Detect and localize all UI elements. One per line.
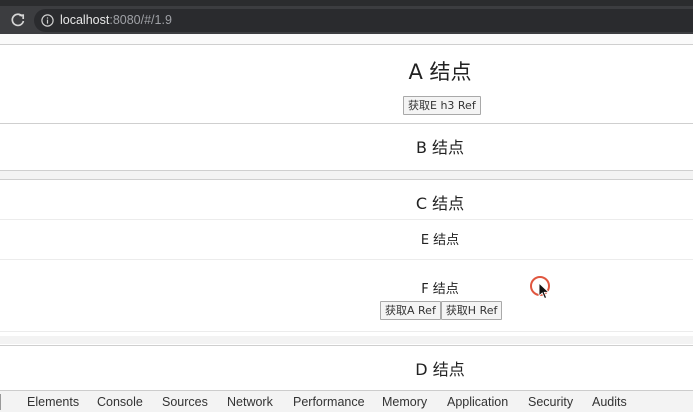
node-c-title: C 结点 — [0, 190, 693, 213]
url-host: localhost — [60, 13, 110, 27]
divider — [0, 219, 693, 220]
node-e-title: E 结点 — [0, 229, 693, 248]
node-b-title: B 结点 — [0, 134, 693, 157]
section-gap — [0, 336, 693, 344]
reload-icon[interactable] — [8, 10, 28, 30]
devtools-tab-audits[interactable]: Audits — [592, 395, 627, 409]
node-c-label: C 结点 — [415, 194, 465, 213]
devtools-tab-sources[interactable]: Sources — [162, 395, 208, 409]
node-f-title: F 结点 — [0, 278, 693, 297]
devtools-tab-security[interactable]: Security — [528, 395, 573, 409]
node-d-title: D 结点 — [0, 356, 693, 379]
divider — [0, 123, 693, 124]
mouse-cursor-icon — [538, 282, 550, 300]
devtools-tab-memory[interactable]: Memory — [382, 395, 427, 409]
divider — [0, 345, 693, 346]
devtools-tab-application[interactable]: Application — [447, 395, 508, 409]
page-content: A 结点 获取E h3 Ref B 结点 C 结点 E 结点 F 结点 获取A … — [0, 44, 693, 390]
devtools-edge — [0, 394, 1, 410]
node-a-buttons: 获取E h3 Ref — [403, 96, 481, 115]
get-e-h3-ref-button[interactable]: 获取E h3 Ref — [403, 96, 481, 115]
devtools-tab-performance[interactable]: Performance — [293, 395, 365, 409]
node-a-title: A 结点 — [408, 60, 472, 84]
divider — [0, 259, 693, 260]
node-a: A 结点 获取E h3 Ref — [0, 44, 693, 123]
url-text[interactable]: localhost:8080/#/1.9 — [60, 13, 172, 27]
node-f-label: F 结点 — [421, 282, 459, 297]
get-a-ref-button[interactable]: 获取A Ref — [380, 301, 441, 320]
browser-toolbar: localhost:8080/#/1.9 — [0, 6, 693, 34]
node-b-label: B 结点 — [415, 138, 465, 157]
devtools-tab-elements[interactable]: Elements — [27, 395, 79, 409]
address-bar[interactable]: localhost:8080/#/1.9 — [34, 9, 693, 32]
info-icon[interactable] — [41, 14, 54, 27]
divider — [0, 179, 693, 180]
get-h-ref-button[interactable]: 获取H Ref — [440, 301, 503, 320]
url-path: :8080/#/1.9 — [109, 13, 172, 27]
page-top-gap — [0, 34, 693, 44]
section-gap — [0, 171, 693, 179]
devtools-tab-bar: Elements Console Sources Network Perform… — [0, 390, 693, 412]
divider — [0, 331, 693, 332]
node-f-buttons: 获取A Ref 获取H Ref — [380, 301, 503, 320]
node-e-label: E 结点 — [420, 233, 460, 248]
devtools-tab-console[interactable]: Console — [97, 395, 143, 409]
devtools-tab-network[interactable]: Network — [227, 395, 273, 409]
node-d-label: D 结点 — [415, 360, 465, 379]
